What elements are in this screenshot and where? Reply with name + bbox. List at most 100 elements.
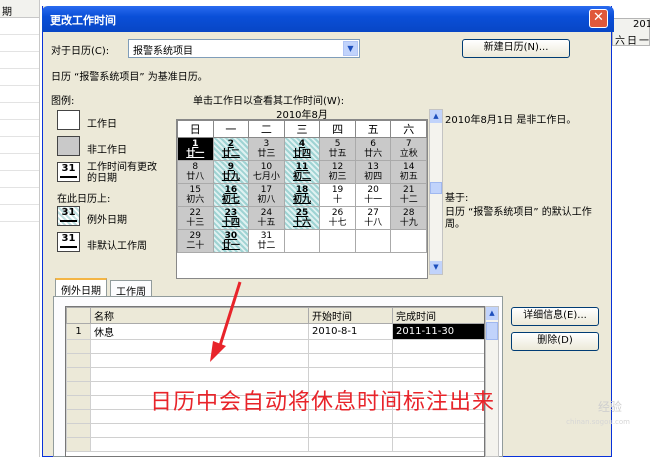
delete-button[interactable]: 删除(D) <box>511 332 599 351</box>
calendar-day[interactable]: 16 初七 <box>212 183 250 207</box>
lunar-date: 初四 <box>364 172 383 182</box>
calendar-day[interactable]: 2 廿二 <box>212 137 250 161</box>
table-row[interactable]: 1 休息 2010-8-1 2011-11-30 <box>66 323 484 340</box>
dialog-titlebar[interactable]: 更改工作时间 ✕ <box>42 6 614 32</box>
tab-exceptions[interactable]: 例外日期 <box>55 278 107 297</box>
grid-cell-finish[interactable] <box>392 353 484 368</box>
calendar-day[interactable]: 23 十四 <box>212 206 250 230</box>
lunar-date: 廿四 <box>292 149 311 159</box>
calendar-day[interactable]: 27 十八 <box>354 206 392 230</box>
calendar-day[interactable]: 3 廿三 <box>248 137 285 161</box>
grid-header-start[interactable]: 开始时间 <box>308 307 393 324</box>
chevron-down-icon[interactable]: ▼ <box>343 41 358 56</box>
legend-nonworking-label: 非工作日 <box>87 145 127 156</box>
calendar-day[interactable]: 28 十九 <box>390 206 427 230</box>
selected-date-info: 2010年8月1日 是非工作日。 <box>445 115 577 126</box>
grid-cell-name[interactable]: 休息 <box>90 323 309 340</box>
grid-cell-finish[interactable] <box>392 437 484 452</box>
calendar-day[interactable]: 25 十六 <box>283 206 321 230</box>
calendar-day[interactable]: 8 廿八 <box>177 160 214 184</box>
scroll-up-icon[interactable]: ▲ <box>430 110 442 123</box>
calendar-day[interactable]: 5 廿五 <box>319 137 356 161</box>
calendar-day[interactable]: 7 立秋 <box>390 137 427 161</box>
table-row[interactable] <box>66 339 484 354</box>
calendar-select[interactable]: 报警系统项目 ▼ <box>128 39 360 58</box>
calendar-day[interactable]: 11 初二 <box>283 160 321 184</box>
day-number: 18 <box>295 185 309 195</box>
new-calendar-button[interactable]: 新建日历(N)... <box>462 39 570 58</box>
calendar-day[interactable]: 29 二十 <box>177 229 214 253</box>
calendar-day[interactable]: 10 七月小 <box>248 160 285 184</box>
grid-cell-name[interactable] <box>90 437 309 452</box>
calendar-day[interactable]: 15 初六 <box>177 183 214 207</box>
calendar-day[interactable]: 24 十五 <box>248 206 285 230</box>
exceptions-grid[interactable]: 名称 开始时间 完成时间 1 休息 2010-8-1 2011-11-30 <box>65 306 485 457</box>
day-number: 20 <box>367 185 379 195</box>
scroll-down-icon[interactable]: ▼ <box>430 261 442 274</box>
table-row[interactable] <box>66 437 484 452</box>
grid-cell-finish[interactable]: 2011-11-30 <box>392 323 484 340</box>
day-number: 26 <box>331 208 344 218</box>
day-number: 11 <box>295 162 309 172</box>
calendar-day[interactable]: 19 十 <box>319 183 356 207</box>
table-row[interactable] <box>66 423 484 438</box>
grid-cell-finish[interactable] <box>392 367 484 382</box>
grid-cell-start[interactable] <box>308 423 393 438</box>
grid-cell-name[interactable] <box>90 423 309 438</box>
calendar-day[interactable]: 26 十七 <box>319 206 356 230</box>
grid-cell-start[interactable] <box>308 353 393 368</box>
calendar-day[interactable]: 31 廿二 <box>248 229 285 253</box>
tab-work-weeks[interactable]: 工作周 <box>110 280 152 298</box>
grid-cell-finish[interactable] <box>392 339 484 354</box>
table-row[interactable] <box>66 367 484 382</box>
details-button[interactable]: 详细信息(E)... <box>511 307 599 326</box>
weekday-header[interactable]: 日 <box>177 120 214 138</box>
scroll-thumb[interactable] <box>430 182 442 194</box>
calendar-day[interactable]: 6 廿六 <box>354 137 392 161</box>
weekday-header[interactable]: 一 <box>212 120 250 138</box>
calendar-day[interactable]: 30 廿一 <box>212 229 250 253</box>
calendar-day[interactable]: 1 廿一 <box>177 137 214 161</box>
calendar-day[interactable]: 22 十三 <box>177 206 214 230</box>
watermark-sub: chinan.sogou.com <box>566 418 630 426</box>
calendar-day[interactable]: 9 廿九 <box>212 160 250 184</box>
day-number: 5 <box>334 139 341 149</box>
lunar-date: 十九 <box>399 218 418 228</box>
weekday-header[interactable]: 二 <box>248 120 285 138</box>
calendar-day[interactable]: 17 初八 <box>248 183 285 207</box>
grid-cell-finish[interactable] <box>392 423 484 438</box>
scroll-up-icon[interactable]: ▲ <box>486 307 498 320</box>
day-number: 19 <box>331 185 344 195</box>
lunar-date: 十一 <box>364 195 383 205</box>
grid-header-name[interactable]: 名称 <box>90 307 309 324</box>
weekday-header[interactable]: 五 <box>354 120 392 138</box>
background-sheet-left: 期 <box>0 0 40 457</box>
weekday-header[interactable]: 四 <box>319 120 356 138</box>
weekday-header[interactable]: 三 <box>283 120 321 138</box>
weekday-header[interactable]: 六 <box>390 120 427 138</box>
calendar-day[interactable]: 13 初四 <box>354 160 392 184</box>
lunar-date: 廿九 <box>221 172 240 182</box>
grid-cell-start[interactable] <box>308 437 393 452</box>
grid-cell-name[interactable] <box>90 339 309 354</box>
calendar-scrollbar[interactable]: ▲ ▼ <box>429 109 443 275</box>
close-icon[interactable]: ✕ <box>589 9 608 28</box>
grid-cell-name[interactable] <box>90 353 309 368</box>
grid-cell-start[interactable]: 2010-8-1 <box>308 323 393 340</box>
calendar-day[interactable]: 4 廿四 <box>283 137 321 161</box>
grid-scrollbar[interactable]: ▲ <box>485 306 499 457</box>
calendar-day[interactable]: 12 初三 <box>319 160 356 184</box>
month-calendar[interactable]: 日一二三四五六 1 廿一 2 廿二 3 廿三 4 廿四 5 廿五 6 廿六 7 立秋 8 廿八 9 廿九 10 七月小… <box>176 119 428 279</box>
grid-header-num <box>66 307 91 324</box>
calendar-day[interactable]: 14 初五 <box>390 160 427 184</box>
calendar-day[interactable]: 18 初九 <box>283 183 321 207</box>
calendar-day[interactable]: 20 十一 <box>354 183 392 207</box>
table-row[interactable] <box>66 353 484 368</box>
grid-cell-start[interactable] <box>308 339 393 354</box>
grid-cell-start[interactable] <box>308 367 393 382</box>
scroll-thumb[interactable] <box>486 322 498 340</box>
calendar-day[interactable]: 21 十二 <box>390 183 427 207</box>
grid-cell-name[interactable] <box>90 367 309 382</box>
watermark: 经验 <box>597 400 622 414</box>
grid-header-finish[interactable]: 完成时间 <box>392 307 484 324</box>
